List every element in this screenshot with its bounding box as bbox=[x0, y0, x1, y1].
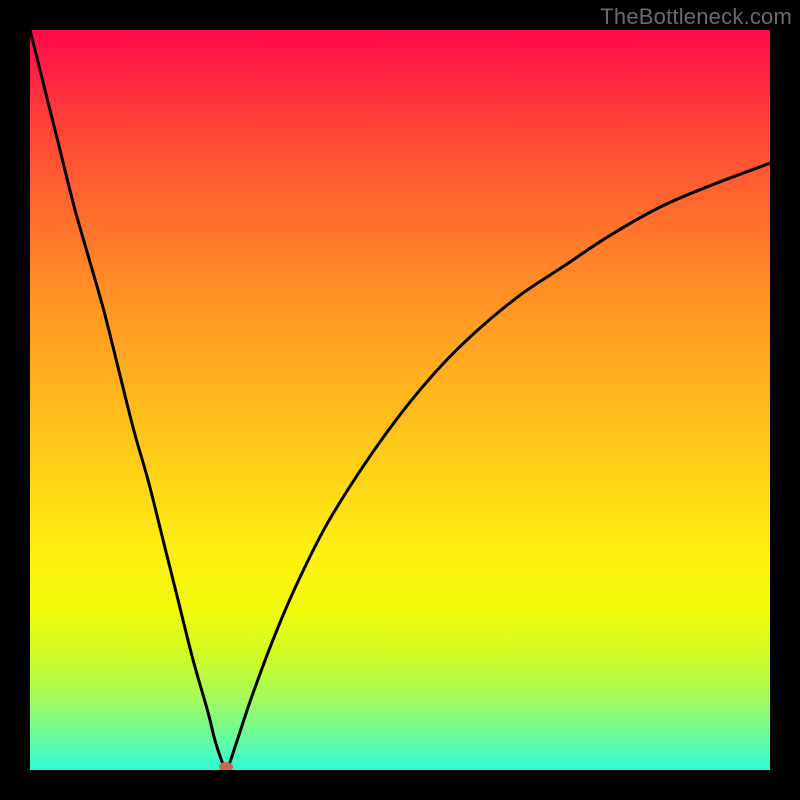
attribution-text: TheBottleneck.com bbox=[600, 4, 792, 30]
bottleneck-curve bbox=[30, 30, 770, 770]
plot-area bbox=[30, 30, 770, 770]
curve-layer bbox=[30, 30, 770, 770]
chart-frame: TheBottleneck.com bbox=[0, 0, 800, 800]
